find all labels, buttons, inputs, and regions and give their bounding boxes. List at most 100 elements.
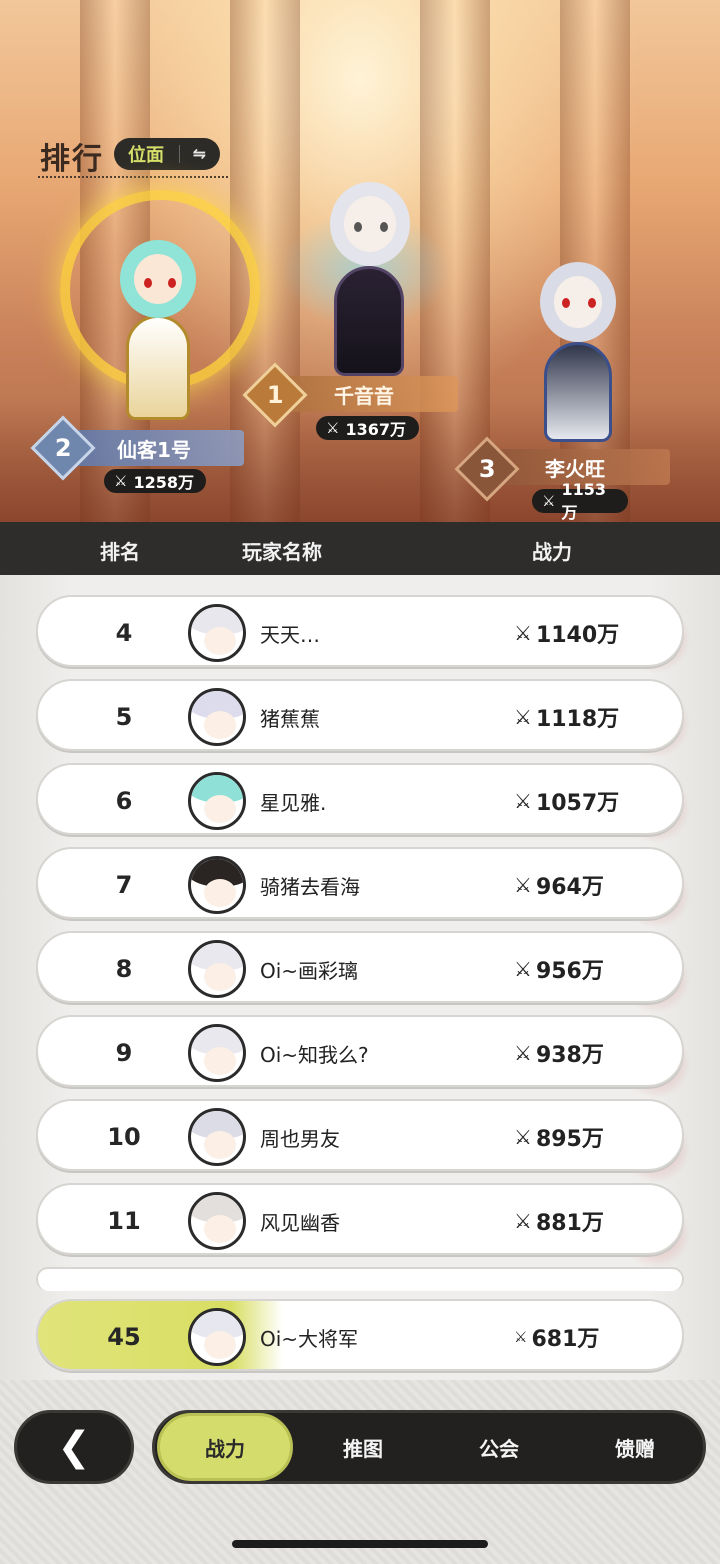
ranking-list[interactable]: 4 天天… ⚔ 1140万 5 猪蕉蕉 ⚔ 1118万 6 星见雅. ⚔ 1057万 … <box>0 575 720 1380</box>
sword-cross-icon: ⚔ <box>514 957 532 981</box>
sword-cross-icon: ⚔ <box>326 419 340 437</box>
character-eye <box>168 278 176 288</box>
row-power: ⚔ 1118万 <box>514 681 619 753</box>
bottom-nav-area: ❮ 战力 推图 公会 馈赠 <box>0 1380 720 1564</box>
back-button[interactable]: ❮ <box>14 1410 134 1484</box>
column-header-power: 战力 <box>532 540 572 564</box>
sword-cross-icon: ⚔ <box>514 873 532 897</box>
tab-guild[interactable]: 公会 <box>431 1413 567 1481</box>
row-rank: 8 <box>115 955 133 983</box>
tab-stage-progress[interactable]: 推图 <box>295 1413 431 1481</box>
table-row[interactable]: 7 骑猪去看海 ⚔ 964万 <box>36 847 684 919</box>
column-header-rank: 排名 <box>100 540 140 564</box>
rank-1-character[interactable] <box>270 170 460 390</box>
my-rank: 45 <box>107 1323 141 1351</box>
podium-hero: 排行 位面 ⇋ 千音音 1 ⚔ 1367万 仙客1号 2 ⚔ 1258万 李火旺… <box>0 0 720 522</box>
avatar <box>188 772 246 830</box>
row-power: ⚔ 881万 <box>514 1185 604 1257</box>
podium-power-2: ⚔ 1258万 <box>104 469 206 493</box>
row-rank: 7 <box>115 871 133 899</box>
rank-2-character[interactable] <box>60 190 260 430</box>
avatar-face <box>204 879 236 907</box>
row-power: ⚔ 895万 <box>514 1101 604 1173</box>
tab-gifts[interactable]: 馈赠 <box>567 1413 703 1481</box>
row-power-value: 964万 <box>535 875 604 900</box>
sword-cross-icon: ⚔ <box>514 705 532 729</box>
avatar-face <box>204 795 236 823</box>
character-eye <box>144 278 152 288</box>
character-body <box>544 342 612 442</box>
avatar-face <box>204 1047 236 1075</box>
row-player-name: 周也男友 <box>260 1126 340 1151</box>
home-indicator[interactable] <box>232 1540 488 1548</box>
table-row-partial <box>36 1267 684 1291</box>
tab-power[interactable]: 战力 <box>157 1413 293 1481</box>
table-row[interactable]: 6 星见雅. ⚔ 1057万 <box>36 763 684 835</box>
avatar <box>188 1024 246 1082</box>
table-row[interactable]: 9 Oi~知我么? ⚔ 938万 <box>36 1015 684 1087</box>
scope-label: 位面 <box>128 145 164 166</box>
column-header-player: 玩家名称 <box>242 540 322 564</box>
row-power-value: 895万 <box>535 1127 604 1152</box>
podium-name: 李火旺 <box>545 456 605 481</box>
row-rank: 9 <box>115 1039 133 1067</box>
character-body <box>334 266 404 376</box>
avatar <box>188 1108 246 1166</box>
podium-power-value: 1367万 <box>345 420 406 439</box>
scope-toggle-button[interactable]: 位面 ⇋ <box>114 138 220 170</box>
character-head <box>540 262 616 342</box>
avatar-face <box>204 627 236 655</box>
row-power-value: 1140万 <box>535 623 620 648</box>
row-power: ⚔ 956万 <box>514 933 604 1005</box>
row-rank: 6 <box>115 787 133 815</box>
avatar-face <box>204 1331 236 1359</box>
row-rank: 5 <box>115 703 133 731</box>
avatar-face <box>204 1215 236 1243</box>
row-rank: 4 <box>115 619 133 647</box>
sword-cross-icon: ⚔ <box>542 492 556 510</box>
podium-name: 仙客1号 <box>117 437 191 462</box>
table-row[interactable]: 4 天天… ⚔ 1140万 <box>36 595 684 667</box>
table-row[interactable]: 10 周也男友 ⚔ 895万 <box>36 1099 684 1171</box>
sword-cross-icon: ⚔ <box>514 1125 532 1149</box>
row-power-value: 1057万 <box>535 791 620 816</box>
sword-cross-icon: ⚔ <box>514 789 532 813</box>
character-eye <box>588 298 596 308</box>
table-row[interactable]: 8 Oi~画彩璃 ⚔ 956万 <box>36 931 684 1003</box>
sword-cross-icon: ⚔ <box>514 1328 528 1346</box>
swap-icon: ⇋ <box>192 144 206 163</box>
medal-number: 3 <box>478 454 496 483</box>
avatar-face <box>204 1131 236 1159</box>
row-player-name: Oi~知我么? <box>260 1042 369 1067</box>
row-player-name: 骑猪去看海 <box>260 874 360 899</box>
row-rank: 10 <box>107 1123 141 1151</box>
avatar <box>188 856 246 914</box>
sword-cross-icon: ⚔ <box>514 1209 532 1233</box>
rank-3-character[interactable] <box>500 262 650 452</box>
table-row[interactable]: 11 风见幽香 ⚔ 881万 <box>36 1183 684 1255</box>
my-rank-row[interactable]: 45 Oi~大将军 ⚔ 681万 <box>36 1299 684 1371</box>
my-power: ⚔ 681万 <box>514 1301 599 1373</box>
table-row[interactable]: 5 猪蕉蕉 ⚔ 1118万 <box>36 679 684 751</box>
row-power: ⚔ 1057万 <box>514 765 619 837</box>
row-power-value: 881万 <box>535 1211 604 1236</box>
avatar <box>188 1192 246 1250</box>
row-power: ⚔ 1140万 <box>514 597 619 669</box>
row-player-name: 风见幽香 <box>260 1210 340 1235</box>
page-title: 排行 <box>40 142 104 177</box>
row-power-value: 956万 <box>535 959 604 984</box>
podium-power-value: 1258万 <box>133 473 194 492</box>
row-power-value: 938万 <box>535 1043 604 1068</box>
avatar <box>188 688 246 746</box>
podium-power-3: ⚔ 1153万 <box>532 480 628 522</box>
category-tab-bar: 战力 推图 公会 馈赠 <box>152 1410 706 1484</box>
row-rank: 11 <box>107 1207 141 1235</box>
character-body <box>126 315 190 420</box>
my-avatar <box>188 1308 246 1366</box>
row-power-value: 1118万 <box>535 707 620 732</box>
medal-number: 2 <box>54 433 72 462</box>
avatar-face <box>204 963 236 991</box>
my-power-value: 681万 <box>531 1327 600 1352</box>
avatar <box>188 604 246 662</box>
row-power: ⚔ 938万 <box>514 1017 604 1089</box>
